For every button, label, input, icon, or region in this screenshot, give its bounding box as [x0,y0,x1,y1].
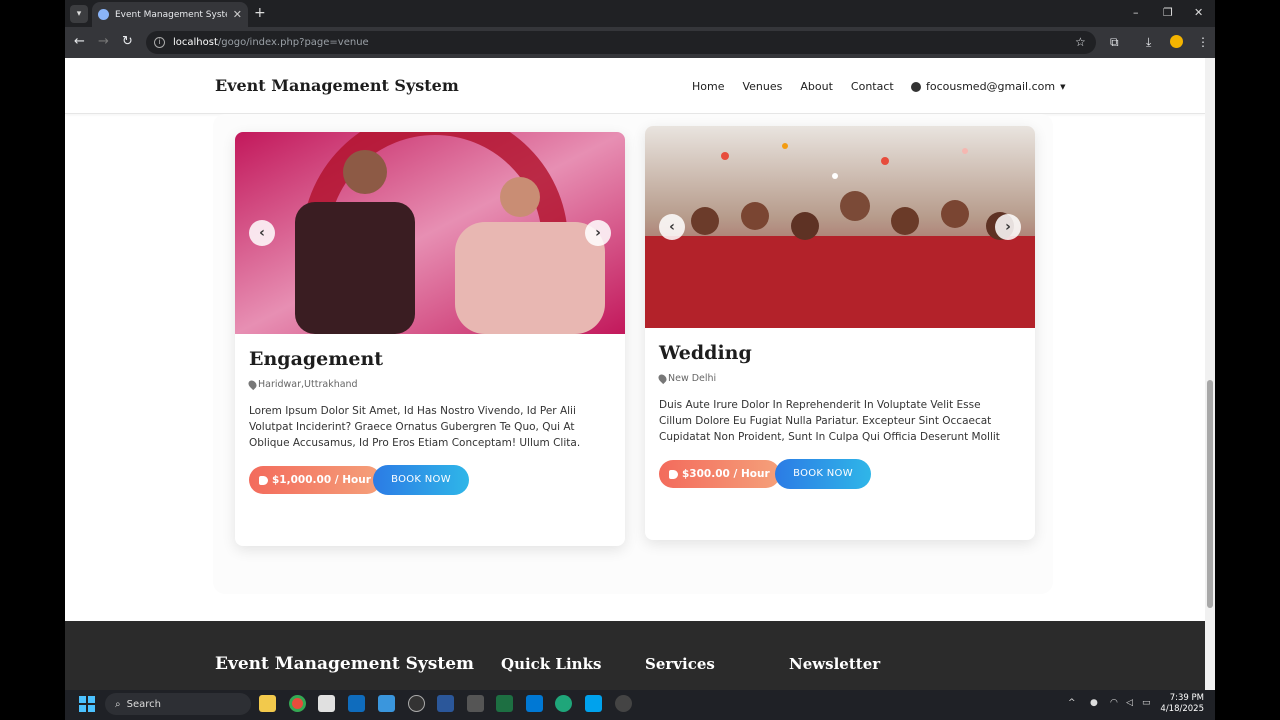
tab-search-dropdown[interactable]: ▾ [70,5,88,23]
wedding-photo [645,126,1035,328]
start-button[interactable] [79,696,95,712]
forward-button[interactable]: → [98,34,109,49]
notification-app-icon[interactable] [615,695,632,712]
nav-venues[interactable]: Venues [742,80,782,93]
map-pin-icon [246,378,259,391]
tag-icon [259,475,268,485]
tab-title: Event Management System [115,9,227,20]
venue-location: Haridwar,Uttrakhand [246,378,358,391]
venue-title: Wedding [659,342,752,364]
venue-image-carousel: ‹ › [235,132,625,334]
taskbar-search[interactable]: ⌕ Search [105,693,251,715]
clock-date: 4/18/2025 [1160,704,1204,714]
venue-description: Lorem Ipsum Dolor Sit Amet, Id Has Nostr… [249,405,581,449]
site-brand[interactable]: Event Management System [215,76,459,95]
file-explorer-icon[interactable] [259,695,276,712]
wifi-icon[interactable]: ◠ [1110,698,1118,708]
nav-home[interactable]: Home [692,80,724,93]
footer-quick-links-heading: Quick Links [501,655,602,673]
venue-title: Engagement [249,348,384,370]
address-bar[interactable]: i localhost/gogo/index.php?page=venue [146,31,1096,54]
url-path: /gogo/index.php?page=venue [217,37,369,48]
user-menu[interactable]: focousmed@gmail.com ▼ [911,80,1065,93]
volume-icon[interactable]: ◁ [1126,698,1133,708]
close-tab-icon[interactable]: ✕ [233,8,242,21]
vscode-icon[interactable] [526,695,543,712]
nav-links: Home Venues About Contact [692,80,894,93]
footer-newsletter-heading: Newsletter [789,655,881,673]
nav-about[interactable]: About [800,80,833,93]
scrollbar-thumb[interactable] [1207,380,1213,608]
venue-location: New Delhi [656,372,717,385]
clock-time: 7:39 PM [1169,693,1204,703]
browser-tab[interactable]: Event Management System ✕ [92,2,248,27]
caret-down-icon: ▼ [1060,82,1066,91]
nav-contact[interactable]: Contact [851,80,894,93]
chrome-icon[interactable] [289,695,306,712]
book-now-button[interactable]: BOOK NOW [373,465,469,495]
tray-chevron-icon[interactable]: ^ [1068,698,1076,708]
site-navbar: Event Management System Home Venues Abou… [65,58,1205,114]
web-page: Event Management System Home Venues Abou… [65,58,1205,690]
price-text: $300.00 / Hour [682,468,770,480]
bookmark-star-icon[interactable]: ☆ [1075,35,1086,49]
tag-icon [669,469,678,479]
price-badge: $1,000.00 / Hour [249,466,381,494]
venue-image-carousel: ‹ › [645,126,1035,328]
minimize-button[interactable]: – [1133,6,1139,19]
close-window-button[interactable]: ✕ [1194,6,1203,19]
book-now-button[interactable]: BOOK NOW [775,459,871,489]
download-icon[interactable]: ⤓ [1146,35,1151,50]
carousel-prev-button[interactable]: ‹ [249,220,275,246]
store-icon[interactable] [318,695,335,712]
price-text: $1,000.00 / Hour [272,474,371,486]
app-icon[interactable] [585,695,602,712]
remote-desktop-icon[interactable] [378,695,395,712]
footer-brand: Event Management System [215,654,475,674]
venue-card-wedding: ‹ › Wedding New Delhi Duis Aute Irure Do… [645,126,1035,540]
carousel-next-button[interactable]: › [995,214,1021,240]
taskbar-search-label: Search [126,698,161,710]
price-badge: $300.00 / Hour [659,460,780,488]
excel-icon[interactable] [496,695,513,712]
calculator-icon[interactable] [467,695,484,712]
engagement-photo [235,132,625,334]
venue-location-text: New Delhi [668,373,717,384]
maximize-button[interactable]: ❐ [1163,6,1173,19]
dell-icon[interactable] [408,695,425,712]
user-email: focousmed@gmail.com [926,80,1056,93]
edge-icon[interactable] [555,695,572,712]
extensions-icon[interactable]: ⧉ [1110,35,1119,50]
outlook-icon[interactable] [348,695,365,712]
carousel-next-button[interactable]: › [585,220,611,246]
search-icon: ⌕ [115,698,121,710]
taskbar-clock[interactable]: 7:39 PM 4/18/2025 [1160,693,1204,715]
reload-button[interactable]: ↻ [122,34,133,49]
microphone-icon[interactable]: ● [1090,698,1098,708]
url-host: localhost [173,37,218,48]
venue-card-engagement: ‹ › Engagement Haridwar,Uttrakhand Lorem… [235,132,625,546]
menu-kebab-icon[interactable]: ⋮ [1197,35,1209,49]
new-tab-button[interactable]: + [254,5,266,21]
user-circle-icon [911,81,921,92]
footer-services-heading: Services [645,655,715,673]
map-pin-icon [656,372,669,385]
venue-description: Duis Aute Irure Dolor In Reprehenderit I… [659,399,1000,443]
globe-icon [98,9,109,20]
profile-avatar[interactable] [1170,35,1183,48]
back-button[interactable]: ← [74,34,85,49]
battery-icon[interactable]: ▭ [1142,698,1151,708]
carousel-prev-button[interactable]: ‹ [659,214,685,240]
venue-location-text: Haridwar,Uttrakhand [258,379,358,390]
word-icon[interactable] [437,695,454,712]
site-footer: Event Management System Quick Links Serv… [65,621,1205,690]
site-info-icon[interactable]: i [154,37,165,48]
